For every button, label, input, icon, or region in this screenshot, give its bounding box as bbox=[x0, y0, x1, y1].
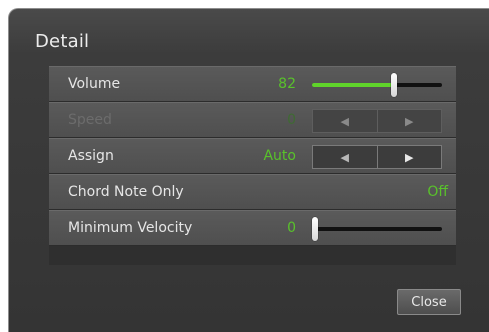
volume-slider-fill bbox=[312, 83, 395, 87]
volume-label: Volume bbox=[68, 76, 121, 92]
chord-note-only-value[interactable]: Off bbox=[427, 184, 448, 200]
speed-label: Speed bbox=[68, 112, 112, 128]
row-speed: Speed 0 ◀ ▶ bbox=[49, 102, 456, 138]
left-arrow-icon: ◀ bbox=[340, 114, 349, 128]
row-volume: Volume 82 bbox=[49, 66, 456, 102]
assign-label: Assign bbox=[68, 148, 114, 164]
assign-decrease-button[interactable]: ◀ bbox=[313, 146, 377, 168]
settings-panel: Volume 82 Speed 0 ◀ ▶ Assign Auto ◀ ▶ Ch… bbox=[49, 66, 456, 265]
volume-value: 82 bbox=[278, 76, 296, 92]
volume-slider[interactable] bbox=[312, 73, 442, 97]
volume-slider-knob[interactable] bbox=[391, 73, 398, 97]
dialog-title: Detail bbox=[35, 31, 90, 52]
row-chord-note-only[interactable]: Chord Note Only Off bbox=[49, 174, 456, 210]
right-arrow-icon: ▶ bbox=[405, 114, 414, 128]
speed-value: 0 bbox=[287, 112, 296, 128]
speed-stepper: ◀ ▶ bbox=[312, 109, 442, 133]
minimum-velocity-slider-knob[interactable] bbox=[312, 217, 318, 241]
row-minimum-velocity: Minimum Velocity 0 bbox=[49, 210, 456, 246]
speed-increase-button: ▶ bbox=[376, 110, 442, 132]
right-arrow-icon: ▶ bbox=[405, 150, 414, 164]
minimum-velocity-value: 0 bbox=[287, 220, 296, 236]
assign-stepper[interactable]: ◀ ▶ bbox=[312, 145, 442, 169]
left-arrow-icon: ◀ bbox=[340, 150, 349, 164]
row-assign: Assign Auto ◀ ▶ bbox=[49, 138, 456, 174]
minimum-velocity-slider[interactable] bbox=[312, 217, 442, 241]
assign-increase-button[interactable]: ▶ bbox=[376, 146, 442, 168]
speed-decrease-button: ◀ bbox=[313, 110, 377, 132]
detail-dialog: Detail Volume 82 Speed 0 ◀ ▶ Assign Auto… bbox=[8, 8, 489, 332]
chord-note-only-label: Chord Note Only bbox=[68, 184, 184, 200]
assign-value: Auto bbox=[263, 148, 296, 164]
minimum-velocity-label: Minimum Velocity bbox=[68, 220, 193, 236]
minimum-velocity-slider-track bbox=[312, 227, 442, 231]
close-button[interactable]: Close bbox=[397, 289, 461, 315]
